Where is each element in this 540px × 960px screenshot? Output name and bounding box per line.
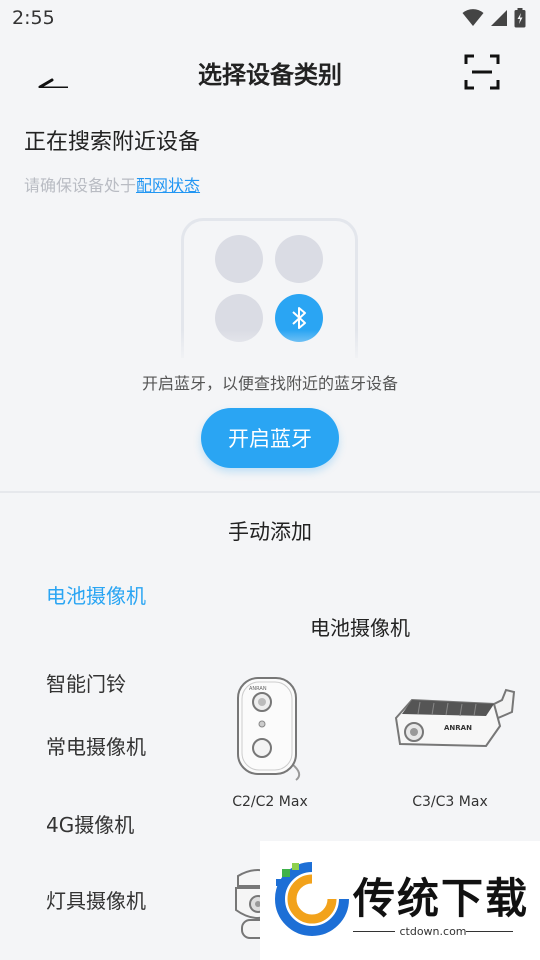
status-icons xyxy=(462,8,526,28)
watermark-rule xyxy=(466,931,513,932)
signal-icon xyxy=(491,10,507,26)
svg-text:ANRAN: ANRAN xyxy=(249,686,267,692)
watermark: 传统下载 ctdown.com xyxy=(260,841,540,960)
device-placeholder xyxy=(215,235,263,283)
enable-bluetooth-button[interactable]: 开启蓝牙 xyxy=(201,408,339,468)
scan-button[interactable] xyxy=(464,54,500,90)
status-time: 2:55 xyxy=(12,7,55,29)
illustration-fade xyxy=(170,330,370,366)
scan-icon xyxy=(464,54,500,90)
status-bar: 2:55 xyxy=(0,0,540,36)
category-battery-camera[interactable]: 电池摄像机 xyxy=(46,584,156,609)
back-button[interactable] xyxy=(36,58,72,90)
svg-text:ANRAN: ANRAN xyxy=(444,724,472,732)
category-wired-camera[interactable]: 常电摄像机 xyxy=(46,735,156,760)
product-c2-name: C2/C2 Max xyxy=(232,794,308,810)
category-4g-camera[interactable]: 4G摄像机 xyxy=(46,813,156,838)
manual-add-title: 手动添加 xyxy=(228,520,312,544)
divider xyxy=(0,491,540,493)
category-light-camera[interactable]: 灯具摄像机 xyxy=(46,889,156,914)
pairing-hint: 请确保设备处于配网状态 xyxy=(24,172,200,196)
back-arrow-icon xyxy=(38,78,68,90)
bluetooth-hint: 开启蓝牙，以便查找附近的蓝牙设备 xyxy=(141,374,398,393)
header: 选择设备类别 xyxy=(0,44,540,100)
watermark-logo-icon xyxy=(275,862,349,936)
bluetooth-icon xyxy=(292,307,306,329)
category-doorbell[interactable]: 智能门铃 xyxy=(46,672,156,697)
watermark-title: 传统下载 xyxy=(353,874,530,923)
page-title: 选择设备类别 xyxy=(198,60,342,89)
search-title: 正在搜索附近设备 xyxy=(24,130,201,155)
device-placeholder xyxy=(275,235,323,283)
product-c3-name: C3/C3 Max xyxy=(412,794,488,810)
camera-c3-image: ANRAN xyxy=(394,688,516,748)
wifi-icon xyxy=(462,9,484,26)
battery-icon xyxy=(514,8,526,28)
camera-c2-image: ANRAN xyxy=(237,677,301,781)
section-title: 电池摄像机 xyxy=(310,616,410,640)
pairing-hint-text: 请确保设备处于 xyxy=(24,176,137,195)
pairing-status-link[interactable]: 配网状态 xyxy=(136,176,200,195)
